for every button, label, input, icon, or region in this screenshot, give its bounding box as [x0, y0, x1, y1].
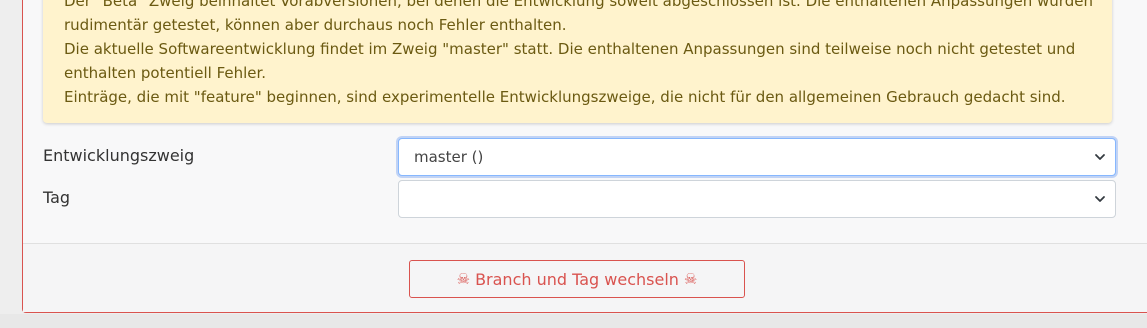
alert-line: rudimentär getestet, können aber durchau…	[64, 16, 567, 34]
alert-line: Einträge, die mit "feature" beginnen, si…	[64, 88, 1066, 106]
tag-form-row: Tag	[43, 180, 1116, 218]
skull-crossbones-icon: ☠	[683, 269, 698, 288]
skull-crossbones-icon: ☠	[456, 269, 471, 288]
switch-branch-tag-label: Branch und Tag wechseln	[475, 269, 679, 289]
chevron-down-icon	[1095, 154, 1105, 160]
warning-alert: Der "Beta" Zweig beinhaltet Vorabversion…	[43, 0, 1112, 123]
tag-label: Tag	[43, 188, 71, 207]
alert-line: Die aktuelle Softwareentwicklung findet …	[64, 40, 1076, 58]
branch-switch-card: Der "Beta" Zweig beinhaltet Vorabversion…	[22, 0, 1147, 313]
page: Der "Beta" Zweig beinhaltet Vorabversion…	[0, 0, 1147, 328]
chevron-down-icon	[1095, 196, 1105, 202]
card-body: Der "Beta" Zweig beinhaltet Vorabversion…	[23, 0, 1147, 243]
page-bottom-strip	[0, 314, 1147, 328]
switch-branch-tag-button[interactable]: ☠ Branch und Tag wechseln ☠	[409, 260, 745, 298]
alert-line: Der "Beta" Zweig beinhaltet Vorabversion…	[64, 0, 1093, 10]
branch-label: Entwicklungszweig	[43, 146, 195, 165]
card-footer: ☠ Branch und Tag wechseln ☠	[23, 243, 1147, 312]
alert-line: enthalten potentiell Fehler.	[64, 64, 267, 82]
branch-select[interactable]: master ()	[398, 138, 1116, 176]
branch-select-value: master ()	[414, 148, 484, 166]
tag-select[interactable]	[398, 180, 1116, 218]
branch-form-row: Entwicklungszweig master ()	[43, 138, 1116, 176]
